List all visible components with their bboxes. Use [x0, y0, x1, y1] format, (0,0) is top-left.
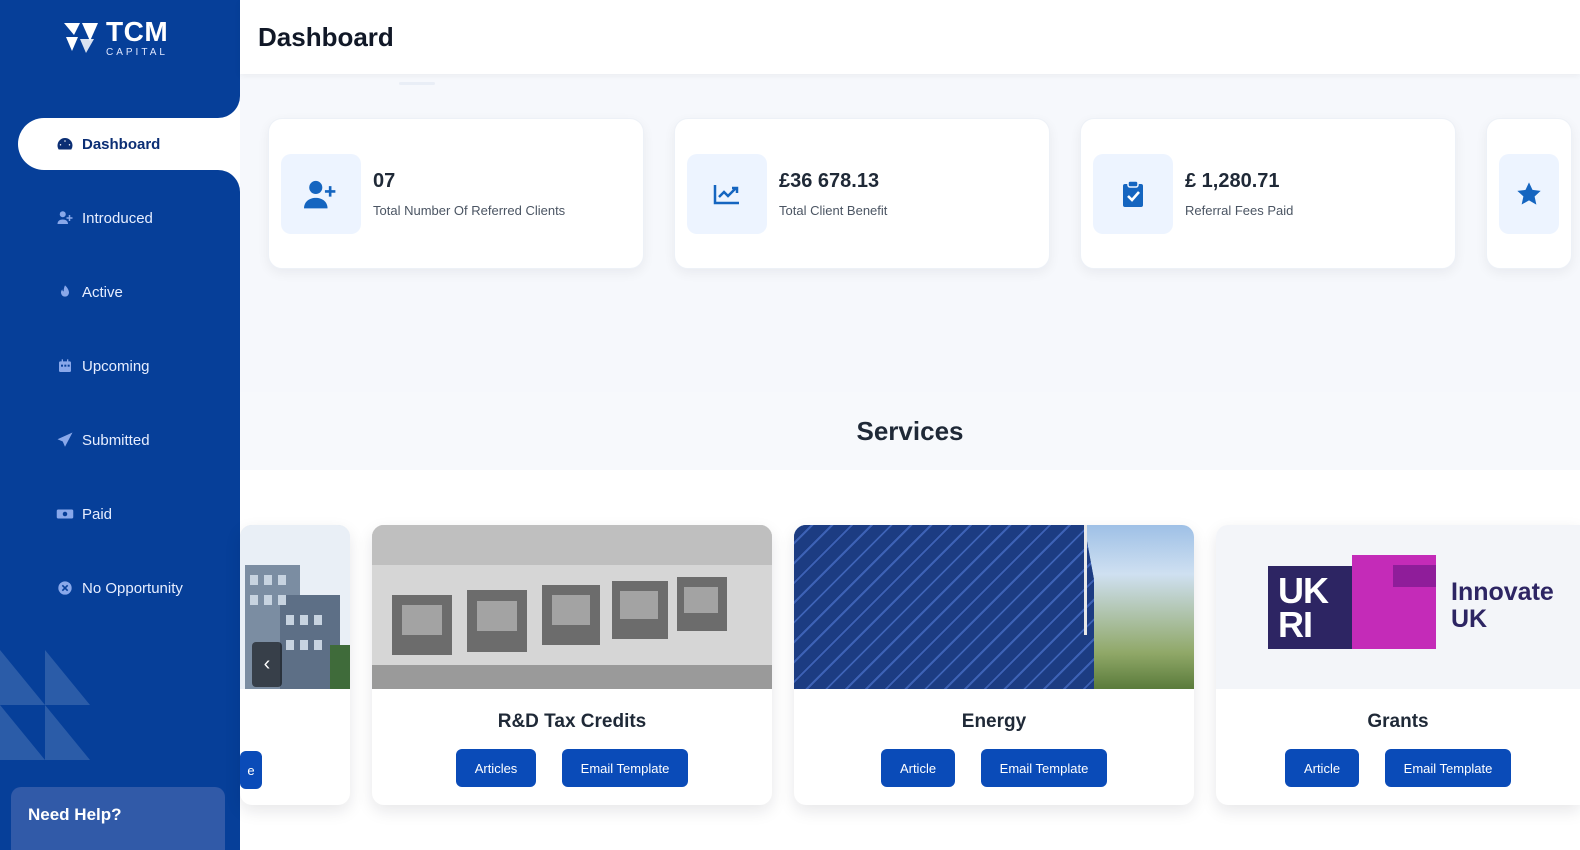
solar-image: [794, 525, 1194, 689]
stat-value: 07: [373, 169, 396, 192]
ukri-purple-block: [1393, 565, 1436, 587]
sidebar-item-label: Introduced: [82, 209, 153, 227]
calendar-icon: [56, 357, 74, 375]
article-button[interactable]: Article: [1285, 749, 1359, 787]
stat-icon-box: [687, 153, 767, 234]
services-title: Services: [856, 415, 964, 446]
service-card-energy[interactable]: Energy Article Email Template: [794, 525, 1194, 805]
need-help-title: Need Help?: [28, 805, 122, 824]
stat-card-rating[interactable]: [1486, 118, 1572, 269]
sidebar-item-active[interactable]: Active: [0, 266, 240, 318]
sidebar-item-label: Dashboard: [82, 135, 161, 153]
sidebar-item-label: Paid: [82, 505, 113, 523]
innovate-line1: Innovate: [1451, 578, 1554, 606]
sidebar-item-dashboard[interactable]: Dashboard: [18, 118, 240, 170]
ukri-line2: RI: [1278, 604, 1313, 645]
stat-text: 07 Total Number Of Referred Clients: [373, 170, 565, 218]
sidebar-item-upcoming[interactable]: Upcoming: [0, 340, 240, 392]
paper-plane-icon: [56, 431, 74, 449]
user-plus-icon: [56, 209, 74, 227]
factory-image: [372, 525, 772, 689]
page-title: Dashboard: [258, 21, 394, 52]
service-actions: Article Email Template: [1216, 749, 1580, 787]
stat-text: £ 1,280.71 Referral Fees Paid: [1185, 170, 1293, 218]
service-card-rd-tax-credits[interactable]: R&D Tax Credits Articles Email Template: [372, 525, 772, 805]
sidebar-item-no-opportunity[interactable]: No Opportunity: [0, 562, 240, 614]
stat-value: £36 678.13: [779, 169, 880, 192]
sidebar-item-introduced[interactable]: Introduced: [0, 192, 240, 244]
innovate-uk-text: Innovate UK: [1451, 579, 1554, 633]
money-icon: [56, 505, 74, 523]
carousel-prev-button[interactable]: ‹: [252, 642, 282, 687]
stat-label: Total Number Of Referred Clients: [373, 202, 566, 218]
service-card-grants[interactable]: UK RI Innovate UK Grants Article Email T…: [1216, 525, 1580, 805]
email-template-button[interactable]: Email Template: [1385, 749, 1511, 787]
stat-icon-box: [281, 153, 361, 234]
stat-card-referral-fees[interactable]: £ 1,280.71 Referral Fees Paid: [1080, 118, 1456, 269]
articles-button[interactable]: Articles: [456, 749, 536, 787]
gauge-icon: [56, 135, 74, 153]
chart-line-icon: [713, 184, 739, 204]
factory-illustration: [372, 525, 772, 689]
sidebar-item-paid[interactable]: Paid: [0, 488, 240, 540]
star-icon: [1517, 181, 1541, 205]
services-header: Services: [240, 392, 1580, 470]
service-actions: e: [240, 751, 350, 789]
grants-image: UK RI Innovate UK: [1216, 525, 1580, 689]
clipboard-check-icon: [1123, 179, 1143, 207]
stat-label: Referral Fees Paid: [1185, 202, 1294, 218]
service-name: Energy: [961, 711, 1027, 732]
flame-icon: [56, 283, 74, 301]
email-template-button[interactable]: Email Template: [981, 749, 1107, 787]
stat-card-client-benefit[interactable]: £36 678.13 Total Client Benefit: [674, 118, 1050, 269]
stat-text: £36 678.13 Total Client Benefit: [779, 170, 887, 218]
energy-details: [1084, 525, 1087, 635]
sidebar-item-submitted[interactable]: Submitted: [0, 414, 240, 466]
service-actions: Articles Email Template: [372, 749, 772, 787]
ukri-logo: UK RI: [1268, 555, 1436, 649]
top-divider: [399, 82, 435, 85]
tcm-logo-icon: [64, 21, 98, 55]
ukri-navy-block: UK RI: [1268, 566, 1352, 649]
need-help-card[interactable]: Need Help?: [11, 787, 225, 850]
article-button[interactable]: Article: [881, 749, 955, 787]
sidebar: TCM CAPITAL Dashboard Introduced Active: [0, 0, 240, 850]
circle-x-icon: [56, 579, 74, 597]
partial-button[interactable]: e: [240, 751, 262, 789]
decorative-triangles: [0, 650, 90, 760]
brand-sub: CAPITAL: [106, 47, 168, 58]
sidebar-item-label: Submitted: [82, 431, 150, 449]
ukri-line1: UK: [1278, 570, 1329, 611]
logo[interactable]: TCM CAPITAL: [64, 18, 168, 58]
sidebar-item-label: Active: [82, 283, 123, 301]
brand-name: TCM: [106, 16, 169, 47]
service-actions: Article Email Template: [794, 749, 1194, 787]
email-template-button[interactable]: Email Template: [562, 749, 688, 787]
logo-text: TCM CAPITAL: [106, 18, 168, 58]
stats-row: 07 Total Number Of Referred Clients £36 …: [268, 118, 1572, 269]
stat-label: Total Client Benefit: [779, 202, 888, 218]
service-name: R&D Tax Credits: [497, 711, 647, 732]
stat-icon-box: [1499, 153, 1559, 234]
service-name: Grants: [1367, 711, 1429, 732]
sidebar-item-label: No Opportunity: [82, 579, 183, 597]
innovate-line2: UK: [1451, 605, 1488, 633]
top-bar: Dashboard: [240, 0, 1580, 74]
user-plus-icon: [304, 180, 336, 208]
sidebar-item-label: Upcoming: [82, 357, 150, 375]
sidebar-nav: Dashboard Introduced Active Upcoming Sub: [0, 118, 240, 636]
stat-icon-box: [1093, 153, 1173, 234]
stat-card-referred-clients[interactable]: 07 Total Number Of Referred Clients: [268, 118, 644, 269]
stat-value: £ 1,280.71: [1185, 169, 1280, 192]
